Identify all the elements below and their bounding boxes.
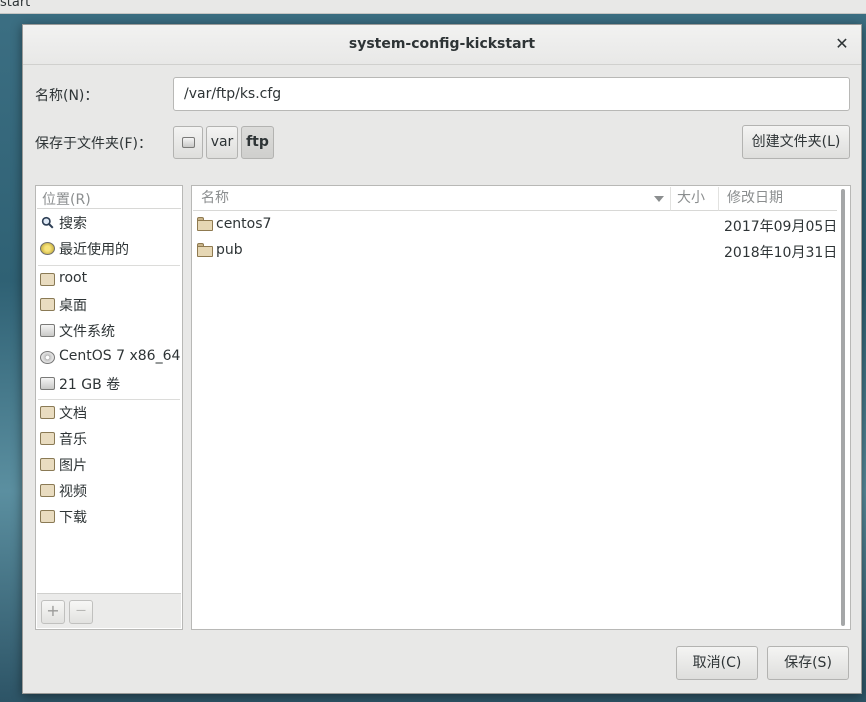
documents-folder-icon (40, 406, 55, 419)
file-row-centos7[interactable]: centos7 2017年09月05日 (193, 211, 838, 237)
dialog-title: system-config-kickstart (348, 36, 536, 52)
sidebar-item-label: 下载 (59, 510, 87, 526)
recent-icon (40, 242, 55, 255)
places-divider (38, 265, 180, 266)
desktop-folder-icon (40, 298, 55, 311)
places-header: 位置(R) (37, 187, 181, 209)
volume-drive-icon (40, 377, 55, 390)
sidebar-item-filesystem[interactable]: 文件系统 (37, 319, 181, 343)
sidebar-item-volume[interactable]: 21 GB 卷 (37, 372, 181, 396)
videos-folder-icon (40, 484, 55, 497)
close-button[interactable]: ✕ (833, 35, 851, 53)
column-header-name-label: 名称 (201, 190, 229, 206)
column-header-modified-label: 修改日期 (727, 190, 783, 206)
optical-disc-icon (40, 351, 55, 364)
places-sidebar: 位置(R) 搜索 最近使用的 root 桌面 文件系统 CentOS 7 x86… (35, 185, 183, 630)
sidebar-item-pictures[interactable]: 图片 (37, 453, 181, 477)
places-divider (38, 399, 180, 400)
save-file-dialog: system-config-kickstart ✕ 名称(N)： /var/ft… (22, 24, 862, 694)
add-bookmark-button[interactable]: + (41, 600, 65, 624)
places-header-label: 位置(R) (42, 192, 91, 208)
remove-bookmark-button[interactable]: — (69, 600, 93, 624)
sidebar-item-root[interactable]: root (37, 268, 181, 292)
path-button-root[interactable] (173, 126, 203, 159)
sidebar-item-label: root (59, 270, 88, 286)
file-row-pub[interactable]: pub 2018年10月31日 (193, 237, 838, 263)
sidebar-item-label: 视频 (59, 484, 87, 500)
places-footer: + — (37, 593, 181, 628)
save-button[interactable]: 保存(S) (767, 646, 849, 680)
folder-icon (197, 243, 213, 257)
sidebar-item-label: CentOS 7 x86_64 (59, 348, 181, 364)
sidebar-item-centos-disc[interactable]: CentOS 7 x86_64 (37, 346, 181, 370)
column-header-modified[interactable]: 修改日期 (719, 187, 837, 211)
cancel-button[interactable]: 取消(C) (676, 646, 758, 680)
sidebar-item-documents[interactable]: 文档 (37, 401, 181, 425)
sidebar-item-videos[interactable]: 视频 (37, 479, 181, 503)
sidebar-item-label: 搜索 (59, 216, 87, 232)
file-name: centos7 (216, 216, 272, 232)
scrollbar-thumb[interactable] (841, 189, 845, 626)
file-name: pub (216, 242, 243, 258)
sidebar-item-search[interactable]: 搜索 (37, 211, 181, 235)
path-button-var[interactable]: var (206, 126, 238, 159)
sidebar-item-music[interactable]: 音乐 (37, 427, 181, 451)
folder-icon (197, 217, 213, 231)
sidebar-item-label: 最近使用的 (59, 242, 129, 258)
sidebar-item-label: 文件系统 (59, 324, 115, 340)
home-folder-icon (40, 273, 55, 286)
background-window-title: start (0, 0, 31, 10)
sidebar-item-label: 桌面 (59, 298, 87, 314)
sidebar-item-recent[interactable]: 最近使用的 (37, 237, 181, 261)
path-button-ftp[interactable]: ftp (241, 126, 274, 159)
sidebar-item-desktop[interactable]: 桌面 (37, 293, 181, 317)
sidebar-item-label: 文档 (59, 406, 87, 422)
close-icon: ✕ (835, 34, 849, 53)
filename-input[interactable]: /var/ftp/ks.cfg (173, 77, 850, 111)
file-modified-date: 2018年10月31日 (724, 245, 838, 261)
name-label: 名称(N)： (35, 88, 99, 104)
sidebar-item-downloads[interactable]: 下载 (37, 505, 181, 529)
column-header-name[interactable]: 名称 (193, 187, 671, 211)
create-folder-button[interactable]: 创建文件夹(L) (742, 125, 850, 159)
file-list: 名称 大小 修改日期 centos7 2017年09月05日 pub 2018年… (191, 185, 851, 630)
column-header-size-label: 大小 (677, 190, 705, 206)
music-folder-icon (40, 432, 55, 445)
file-list-scrollbar[interactable] (837, 187, 849, 628)
pictures-folder-icon (40, 458, 55, 471)
dialog-titlebar[interactable]: system-config-kickstart ✕ (23, 25, 861, 65)
sidebar-item-label: 音乐 (59, 432, 87, 448)
background-window-titlebar: start (0, 0, 866, 14)
column-header-size[interactable]: 大小 (671, 187, 719, 211)
downloads-folder-icon (40, 510, 55, 523)
file-modified-date: 2017年09月05日 (724, 219, 838, 235)
sidebar-item-label: 图片 (59, 458, 87, 474)
filesystem-drive-icon (40, 324, 55, 337)
sort-descending-icon (654, 196, 664, 202)
drive-icon (181, 137, 195, 148)
sidebar-item-label: 21 GB 卷 (59, 377, 121, 393)
save-in-label: 保存于文件夹(F)： (35, 136, 152, 152)
search-icon (41, 216, 54, 229)
